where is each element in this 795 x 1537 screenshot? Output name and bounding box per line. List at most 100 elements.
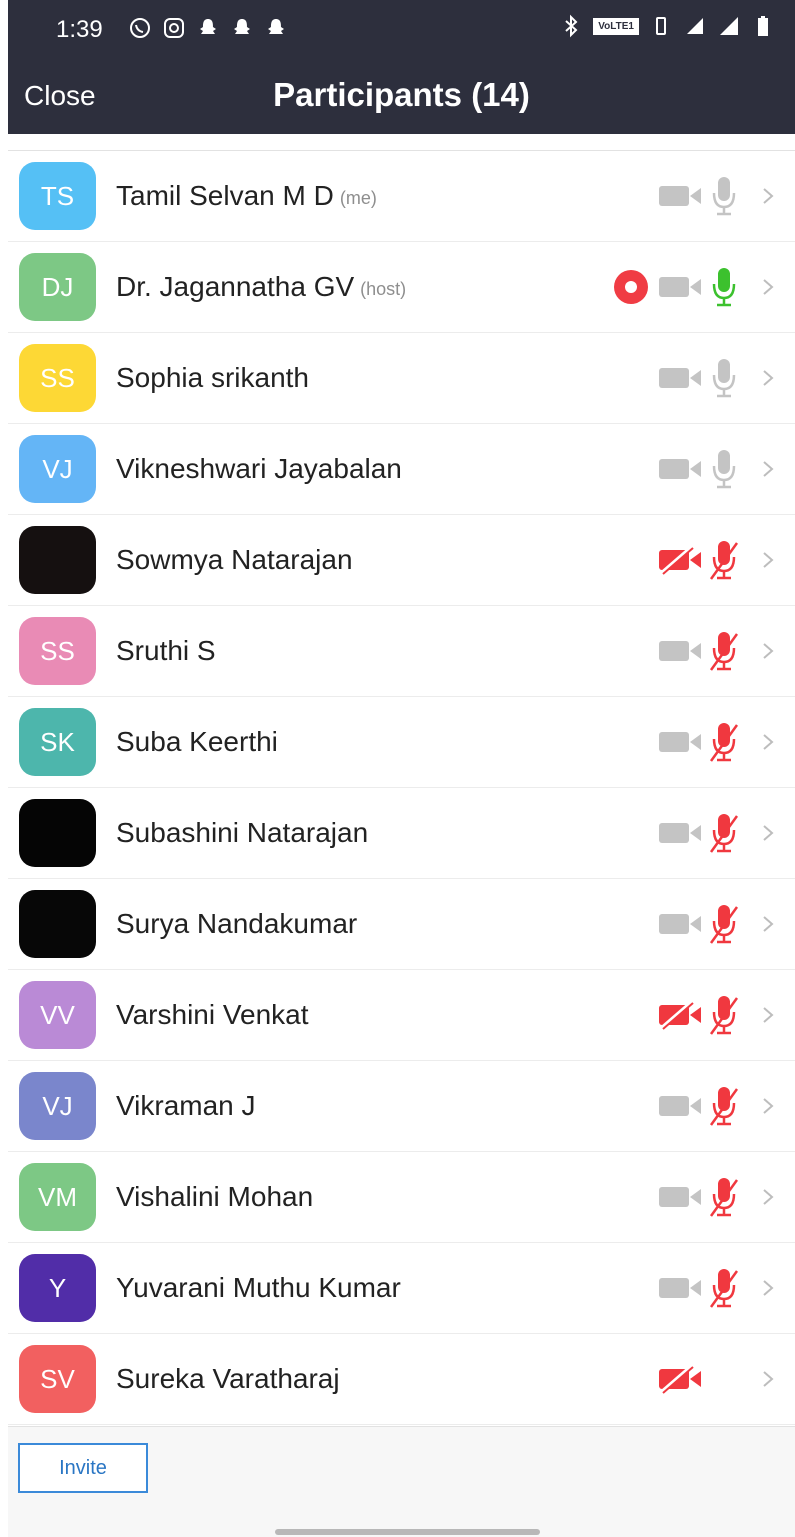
system-icons: VoLTE1 (559, 14, 775, 38)
video-icon (659, 914, 701, 934)
mic-muted-icon (709, 996, 739, 1035)
participant-row[interactable]: Y Yuvarani Muthu Kumar (8, 1243, 795, 1334)
avatar (19, 799, 96, 867)
avatar: Y (19, 1254, 96, 1322)
participant-row[interactable]: TS Tamil Selvan M D (me) (8, 151, 795, 242)
signal-icon (720, 17, 738, 35)
participant-row[interactable]: SS Sruthi S (8, 606, 795, 697)
video-icon (659, 277, 701, 297)
participant-row[interactable]: SV Sureka Varatharaj (8, 1334, 795, 1425)
participant-status-icons (595, 1243, 795, 1333)
participant-status-icons (595, 1061, 795, 1151)
participant-name-container: Subashini Natarajan (116, 788, 368, 878)
video-icon (659, 1187, 701, 1207)
participant-name: Tamil Selvan M D (116, 180, 334, 211)
participant-row[interactable]: Subashini Natarajan (8, 788, 795, 879)
chevron-right-icon (763, 825, 774, 841)
participant-name: Vishalini Mohan (116, 1181, 314, 1212)
participant-name-container: Sophia srikanth (116, 333, 309, 423)
video-off-icon (659, 545, 701, 575)
chevron-right-icon (763, 461, 774, 477)
mic-muted-icon (709, 541, 739, 580)
participant-name: Vikneshwari Jayabalan (116, 453, 402, 484)
invite-button[interactable]: Invite (18, 1443, 148, 1493)
avatar: SS (19, 344, 96, 412)
mic-active-icon (712, 268, 736, 307)
participant-name-container: Vikneshwari Jayabalan (116, 424, 402, 514)
video-icon (659, 186, 701, 206)
participant-name: Sophia srikanth (116, 362, 310, 393)
participant-name-container: Vishalini Mohan (116, 1152, 313, 1242)
battery-icon (758, 16, 768, 36)
whatsapp-icon (130, 18, 150, 38)
participant-name-container: Tamil Selvan M D (me) (116, 151, 377, 241)
participant-name-container: Vikraman J (116, 1061, 256, 1151)
snapchat-icon (200, 19, 216, 34)
participant-row[interactable]: VV Varshini Venkat (8, 970, 795, 1061)
data-4g-icon (687, 18, 703, 34)
participant-status-icons (595, 970, 795, 1060)
header: Close Participants (14) (8, 62, 795, 134)
instagram-icon (164, 18, 184, 38)
participant-status-icons (595, 1152, 795, 1242)
status-bar: 1:39 VoLTE1 (8, 0, 795, 62)
chevron-right-icon (763, 916, 774, 932)
participant-status-icons (595, 242, 795, 332)
participant-name-container: Sruthi S (116, 606, 216, 696)
participant-row[interactable]: Surya Nandakumar (8, 879, 795, 970)
participant-name: Yuvarani Muthu Kumar (116, 1272, 401, 1303)
avatar (19, 890, 96, 958)
avatar (19, 526, 96, 594)
participant-row[interactable]: VJ Vikraman J (8, 1061, 795, 1152)
avatar: VM (19, 1163, 96, 1231)
status-time: 1:39 (56, 16, 103, 43)
avatar: SV (19, 1345, 96, 1413)
chevron-right-icon (763, 279, 774, 295)
mic-muted-icon (709, 905, 739, 944)
participant-row[interactable]: DJ Dr. Jagannatha GV (host) (8, 242, 795, 333)
participant-list: TS Tamil Selvan M D (me) DJ Dr. Jagannatha G… (8, 150, 795, 1425)
participant-status-icons (595, 151, 795, 241)
avatar: DJ (19, 253, 96, 321)
volte-badge: VoLTE1 (593, 17, 639, 35)
chevron-right-icon (763, 1098, 774, 1114)
participant-name-container: Sureka Varatharaj (116, 1334, 340, 1424)
participant-row[interactable]: VJ Vikneshwari Jayabalan (8, 424, 795, 515)
snapchat-icon (268, 19, 284, 34)
participant-row[interactable]: SS Sophia srikanth (8, 333, 795, 424)
snapchat-icon (234, 19, 250, 34)
chevron-right-icon (763, 188, 774, 204)
participant-name: Sowmya Natarajan (116, 544, 353, 575)
participant-name-container: Surya Nandakumar (116, 879, 357, 969)
mic-muted-icon (709, 1087, 739, 1126)
recording-icon (614, 270, 648, 304)
participant-name: Vikraman J (116, 1090, 256, 1121)
mic-icon (712, 359, 736, 398)
avatar: TS (19, 162, 96, 230)
avatar: VJ (19, 1072, 96, 1140)
participant-name: Sureka Varatharaj (116, 1363, 340, 1394)
participant-status-icons (595, 515, 795, 605)
participant-row[interactable]: Sowmya Natarajan (8, 515, 795, 606)
vibrate-icon (656, 17, 666, 35)
video-icon (659, 641, 701, 661)
participant-row[interactable]: VM Vishalini Mohan (8, 1152, 795, 1243)
participant-role-tag: (me) (339, 187, 377, 208)
chevron-right-icon (763, 643, 774, 659)
avatar: SS (19, 617, 96, 685)
chevron-right-icon (763, 1007, 774, 1023)
avatar: VV (19, 981, 96, 1049)
chevron-right-icon (763, 1280, 774, 1296)
video-icon (659, 1278, 701, 1298)
participant-row[interactable]: SK Suba Keerthi (8, 697, 795, 788)
avatar: SK (19, 708, 96, 776)
participant-name-container: Dr. Jagannatha GV (host) (116, 242, 406, 332)
participant-status-icons (595, 788, 795, 878)
chevron-right-icon (763, 552, 774, 568)
page-title: Participants (14) (273, 76, 530, 113)
video-icon (659, 1096, 701, 1116)
bluetooth-icon (565, 14, 578, 38)
home-indicator[interactable] (275, 1529, 540, 1535)
mic-muted-icon (709, 632, 739, 671)
chevron-right-icon (763, 1371, 774, 1387)
